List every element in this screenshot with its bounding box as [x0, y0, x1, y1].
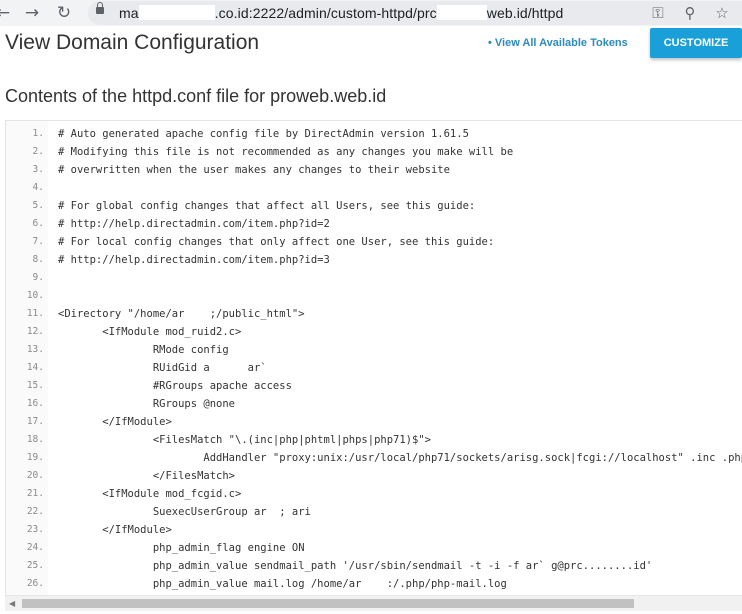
line-number: 6.	[32, 218, 44, 229]
line-number: 14.	[26, 362, 44, 373]
line-number: 9.	[32, 272, 44, 283]
line-number: 26.	[26, 578, 44, 589]
line-text: php_admin_value sendmail_path '/usr/sbin…	[58, 560, 653, 572]
line-text: RGroups @none	[58, 398, 236, 410]
line-number: 1.	[32, 128, 44, 139]
line-text: # For local config changes that only aff…	[58, 236, 495, 248]
line-number: 15.	[26, 380, 44, 391]
line-number: 22.	[26, 506, 44, 517]
customize-button[interactable]: CUSTOMIZE	[650, 28, 742, 58]
line-text: <FilesMatch "\.(inc|php|phtml|phps|php71…	[58, 434, 431, 446]
back-icon[interactable]: ←	[0, 3, 13, 23]
url-text[interactable]: ma .co.id:2222/admin/custom-httpd/prc web.…	[119, 5, 563, 21]
line-text: </FilesMatch>	[58, 470, 236, 482]
code-viewer[interactable]: 1. # Auto generated apache config file by…	[5, 120, 742, 596]
zoom-icon[interactable]: ⚲	[680, 3, 700, 23]
forward-icon[interactable]: →	[22, 3, 42, 23]
line-text: <IfModule mod_fcgid.c>	[58, 488, 242, 500]
line-text: SuexecUserGroup ar ; ari	[58, 506, 311, 518]
line-text: # overwritten when the user makes any ch…	[58, 164, 450, 176]
line-number: 3.	[32, 164, 44, 175]
line-number: 12.	[26, 326, 44, 337]
line-text: # For global config changes that affect …	[58, 200, 476, 212]
line-number: 17.	[26, 416, 44, 427]
view-tokens-link[interactable]: • View All Available Tokens	[488, 37, 628, 49]
line-text: <Directory "/home/ar ;/public_html">	[58, 308, 305, 320]
line-number: 11.	[26, 308, 44, 319]
reload-icon[interactable]: ↻	[54, 3, 74, 23]
line-number: 23.	[26, 524, 44, 535]
address-bar[interactable]: ma .co.id:2222/admin/custom-httpd/prc web.…	[88, 1, 742, 25]
scrollbar-thumb[interactable]	[22, 599, 634, 608]
browser-toolbar: ← → ↻ ma .co.id:2222/admin/custom-httpd/p…	[0, 0, 742, 26]
horizontal-scrollbar[interactable]: ◀	[5, 595, 742, 611]
lock-icon	[96, 2, 104, 14]
page-title: View Domain Configuration	[5, 31, 260, 54]
line-number: 19.	[26, 452, 44, 463]
line-text: #RGroups apache access	[58, 380, 292, 392]
line-text: RMode config	[58, 344, 229, 356]
line-number: 13.	[26, 344, 44, 355]
line-number: 21.	[26, 488, 44, 499]
line-text: </IfModule>	[58, 524, 172, 536]
line-number: 8.	[32, 254, 44, 265]
line-text: AddHandler "proxy:unix:/usr/local/php71/…	[58, 452, 742, 464]
line-number: 16.	[26, 398, 44, 409]
line-text: # http://help.directadmin.com/item.php?i…	[58, 254, 330, 266]
line-number: 20.	[26, 470, 44, 481]
line-text: # http://help.directadmin.com/item.php?i…	[58, 218, 330, 230]
section-title: Contents of the httpd.conf file for prow…	[5, 86, 387, 106]
line-text: php_admin_flag engine ON	[58, 542, 305, 554]
line-number: 7.	[32, 236, 44, 247]
line-number: 2.	[32, 146, 44, 157]
line-text: <IfModule mod_ruid2.c>	[58, 326, 242, 338]
line-number: 24.	[26, 542, 44, 553]
line-number: 25.	[26, 560, 44, 571]
scroll-left-icon[interactable]: ◀	[9, 599, 15, 608]
line-number: 10.	[26, 290, 44, 301]
line-text: RUidGid a ar`	[58, 362, 267, 374]
line-text: </IfModule>	[58, 416, 172, 428]
bookmark-star-icon[interactable]: ☆	[712, 3, 732, 23]
line-number: 4.	[32, 182, 44, 193]
line-text: # Auto generated apache config file by D…	[58, 128, 469, 140]
line-number: 5.	[32, 200, 44, 211]
key-icon[interactable]: ⚿	[648, 3, 668, 23]
line-text: # Modifying this file is not recommended…	[58, 146, 514, 158]
line-number: 18.	[26, 434, 44, 445]
line-text: php_admin_value mail.log /home/ar :/.php…	[58, 578, 507, 590]
